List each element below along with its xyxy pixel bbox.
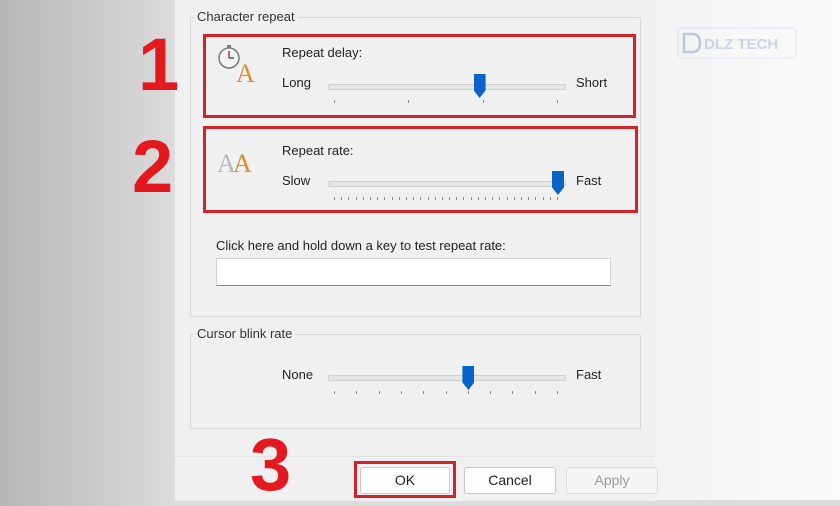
test-repeat-rate-label: Click here and hold down a key to test r… (216, 238, 506, 253)
slider-tick (535, 391, 536, 394)
cursor-blink-track[interactable] (328, 375, 566, 381)
slider-tick (446, 391, 447, 394)
slider-tick (423, 391, 424, 394)
slider-tick (356, 391, 357, 394)
highlight-box-ok-button (354, 461, 456, 498)
apply-button: Apply (566, 467, 658, 494)
cursor-blink-rate-group (190, 334, 641, 429)
cancel-button[interactable]: Cancel (464, 467, 556, 494)
highlight-box-repeat-delay (203, 34, 636, 118)
cursor-blink-max-label: Fast (576, 367, 602, 382)
slider-tick (379, 391, 380, 394)
cursor-blink-min-label: None (282, 367, 314, 382)
slider-tick (557, 391, 558, 394)
cursor-blink-ticks (334, 391, 558, 395)
slider-tick (334, 391, 335, 394)
step-marker-1: 1 (138, 23, 180, 106)
background-panel (655, 0, 840, 500)
step-marker-3: 3 (250, 423, 292, 506)
step-marker-2: 2 (132, 125, 174, 208)
watermark-text: DLZ TECH (704, 36, 778, 53)
slider-tick (468, 391, 469, 394)
slider-tick (490, 391, 491, 394)
slider-tick (401, 391, 402, 394)
dlz-tech-watermark: DLZ TECH (677, 27, 797, 59)
cursor-blink-rate-label: Cursor blink rate (194, 326, 296, 341)
slider-tick (512, 391, 513, 394)
character-repeat-label: Character repeat (194, 9, 298, 24)
highlight-box-repeat-rate (203, 126, 638, 213)
test-repeat-rate-input[interactable] (216, 258, 611, 286)
